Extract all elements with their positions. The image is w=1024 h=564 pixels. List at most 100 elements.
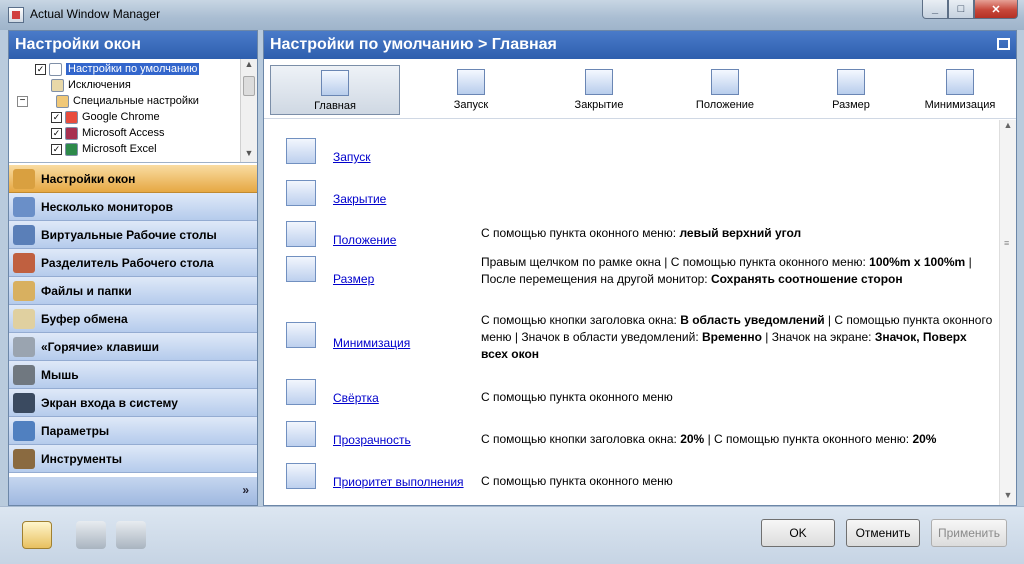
settings-row: Прозрачность С помощью кнопки заголовка о… — [264, 421, 998, 457]
apply-button[interactable]: Применить — [931, 519, 1007, 547]
tree-checkbox[interactable]: ✓ — [51, 111, 62, 123]
chevron-double-down-icon: » — [242, 483, 249, 497]
setting-text: С помощью пункта оконного меню — [481, 474, 673, 488]
nav-item[interactable]: Экран входа в систему — [9, 389, 257, 417]
tab-label: Запуск — [453, 99, 489, 111]
nav-item[interactable]: Несколько мониторов — [9, 193, 257, 221]
nav-item[interactable]: Виртуальные Рабочие столы — [9, 221, 257, 249]
nav-item-label: Виртуальные Рабочие столы — [41, 227, 217, 242]
settings-link[interactable]: Положение — [333, 233, 396, 247]
setting-text: | С помощью пункта оконного меню: — [704, 432, 913, 446]
scroll-up-arrow-icon[interactable]: ▲ — [241, 59, 257, 74]
tab-label: Положение — [695, 99, 755, 111]
nav-item[interactable]: Файлы и папки — [9, 277, 257, 305]
tree-checkbox[interactable]: ✓ — [51, 143, 62, 155]
undo-icon[interactable] — [76, 521, 106, 549]
settings-link[interactable]: Приоритет выполнения — [333, 475, 464, 489]
scroll-down-arrow-icon[interactable]: ▼ — [1000, 490, 1016, 505]
nav-item[interactable]: Мышь — [9, 361, 257, 389]
tab-icon — [711, 69, 739, 95]
nav-item-label: «Горячие» клавиши — [41, 339, 159, 354]
settings-row-icon — [286, 138, 316, 164]
settings-link[interactable]: Закрытие — [333, 192, 386, 206]
scroll-up-arrow-icon[interactable]: ▲ — [1000, 120, 1016, 135]
nav-item[interactable]: Буфер обмена — [9, 305, 257, 333]
scroll-thumb[interactable] — [243, 76, 255, 96]
tree-item[interactable]: ✓ Google Chrome — [51, 109, 160, 125]
tab-item[interactable]: Положение — [660, 65, 790, 115]
setting-value: 20% — [912, 432, 937, 446]
tab-item[interactable]: Закрытие — [534, 65, 664, 115]
tree-checkbox[interactable]: ✓ — [51, 127, 62, 139]
tab-icon — [946, 69, 974, 95]
settings-row-icon — [286, 322, 316, 348]
settings-row-icon — [286, 180, 316, 206]
tree-item[interactable]: ✓ Microsoft Access — [51, 125, 165, 141]
nav-item-label: Разделитель Рабочего стола — [41, 255, 214, 270]
ok-button[interactable]: OK — [761, 519, 835, 547]
nav-item[interactable]: Инструменты — [9, 445, 257, 473]
settings-link[interactable]: Запуск — [333, 150, 371, 164]
tree-item-label: Google Chrome — [82, 111, 160, 123]
settings-description: С помощью пункта оконного меню — [481, 473, 993, 490]
tab-label: Размер — [832, 99, 870, 111]
tree-item[interactable]: − Специальные настройки — [17, 93, 199, 109]
cancel-button[interactable]: Отменить — [846, 519, 920, 547]
nav-item-icon — [13, 392, 35, 413]
nav-item-icon — [13, 448, 35, 469]
restore-panel-icon[interactable] — [997, 38, 1010, 50]
close-button[interactable]: ✕ — [974, 0, 1018, 19]
scroll-down-arrow-icon[interactable]: ▼ — [241, 148, 257, 162]
tab-icon — [457, 69, 485, 95]
tree-item-label: Настройки по умолчанию — [66, 63, 200, 75]
redo-icon[interactable] — [116, 521, 146, 549]
nav-item-label: Файлы и папки — [41, 283, 132, 298]
tree-item[interactable]: ✓ Microsoft Excel — [51, 141, 157, 157]
tab-item[interactable]: Главная — [270, 65, 400, 115]
help-icon[interactable] — [22, 521, 52, 549]
nav-item-icon — [13, 336, 35, 357]
setting-value: 100%m x 100%m — [869, 255, 966, 269]
tree-item-icon — [49, 62, 62, 76]
tab-label: Главная — [314, 100, 356, 112]
setting-text: С помощью пункта оконного меню: — [481, 226, 680, 240]
settings-link[interactable]: Минимизация — [333, 336, 410, 350]
content-scrollbar[interactable]: ▲ ≡ ▼ — [999, 120, 1016, 505]
nav-item[interactable]: Параметры — [9, 417, 257, 445]
maximize-button[interactable]: □ — [948, 0, 974, 19]
setting-value: Сохранять соотношение сторон — [710, 272, 903, 286]
footer-bar: OK Отменить Применить — [0, 506, 1024, 564]
settings-row: Минимизация С помощью кнопки заголовка ок… — [264, 312, 998, 361]
setting-text: | Значок на экране: — [761, 330, 875, 344]
nav-more-button[interactable]: » — [9, 477, 257, 505]
tree-item-label: Специальные настройки — [73, 95, 199, 107]
scroll-grip-icon[interactable]: ≡ — [1004, 238, 1009, 248]
left-panel-title: Настройки окон — [9, 31, 257, 59]
settings-link[interactable]: Прозрачность — [333, 433, 411, 447]
tree-item[interactable]: Исключения — [51, 77, 131, 93]
nav-item-icon — [13, 308, 35, 329]
settings-description: С помощью кнопки заголовка окна: В облас… — [481, 312, 993, 363]
settings-description: С помощью пункта оконного меню — [481, 389, 993, 406]
tab-item[interactable]: Минимизация — [912, 65, 1008, 115]
tree-item[interactable]: ✓ Настройки по умолчанию — [35, 61, 200, 77]
minimize-button[interactable]: _ — [922, 0, 948, 19]
tree-scrollbar[interactable]: ▲ ▼ — [240, 59, 257, 162]
tree-checkbox[interactable]: ✓ — [35, 63, 46, 75]
tree-expander-icon[interactable]: − — [17, 95, 28, 107]
tab-item[interactable]: Запуск — [406, 65, 536, 115]
tab-icon — [585, 69, 613, 95]
nav-item-icon — [13, 420, 35, 441]
tree-item-label: Исключения — [68, 79, 131, 91]
tab-label: Минимизация — [924, 99, 996, 111]
tab-item[interactable]: Размер — [786, 65, 916, 115]
nav-item[interactable]: Разделитель Рабочего стола — [9, 249, 257, 277]
nav-item[interactable]: «Горячие» клавиши — [9, 333, 257, 361]
settings-link[interactable]: Размер — [333, 272, 374, 286]
setting-text: Правым щелчком по рамке окна | С помощью… — [481, 255, 870, 269]
nav-item[interactable]: Настройки окон — [9, 165, 257, 193]
nav-item-label: Настройки окон — [41, 171, 136, 186]
right-panel-title: Настройки по умолчанию > Главная — [264, 31, 1016, 59]
setting-text: С помощью кнопки заголовка окна: — [481, 313, 681, 327]
settings-link[interactable]: Свёртка — [333, 391, 379, 405]
